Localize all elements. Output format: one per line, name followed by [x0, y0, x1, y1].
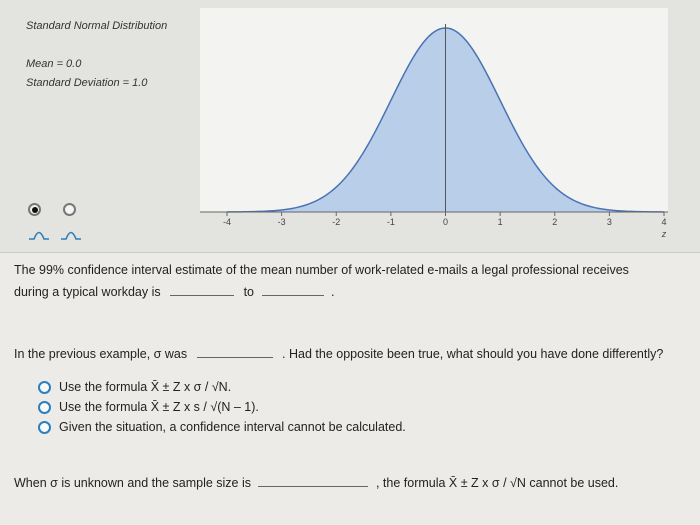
q1-period: .: [330, 285, 335, 299]
q3-suffix: , the formula X̄ ± Z x σ / √N cannot be …: [375, 476, 619, 490]
q2-option-2-radio[interactable]: [38, 400, 51, 414]
q2-option-1-label: Use the formula X̄ ± Z x σ / √N.: [59, 380, 232, 394]
q2-option-3[interactable]: Given the situation, a confidence interv…: [38, 420, 406, 434]
chart-mode-radios: [28, 203, 76, 216]
x-tick-label: 1: [498, 217, 503, 227]
q2-prefix: In the previous example, σ was: [14, 347, 188, 361]
q2-sigma-dropdown[interactable]: [196, 345, 273, 358]
curve-shape-icon[interactable]: [28, 226, 50, 240]
q2-option-2[interactable]: Use the formula X̄ ± Z x s / √(N – 1).: [38, 400, 259, 414]
x-tick-label: 3: [607, 217, 612, 227]
question-2: In the previous example, σ was . Had the…: [14, 345, 694, 361]
q2-option-1-radio[interactable]: [38, 380, 51, 394]
q1-line2: during a typical workday is to .: [14, 283, 694, 299]
chart-mode-radio-2[interactable]: [63, 203, 76, 216]
x-tick-label: 2: [552, 217, 557, 227]
x-tick-label: 0: [443, 217, 448, 227]
q2-suffix: . Had the opposite been true, what shoul…: [282, 347, 664, 361]
x-tick-label: -1: [387, 217, 395, 227]
selected-dot-icon: [31, 206, 38, 213]
q2-option-1[interactable]: Use the formula X̄ ± Z x σ / √N.: [38, 380, 231, 394]
x-axis-label: z: [661, 229, 667, 239]
q1-line1: The 99% confidence interval estimate of …: [14, 263, 629, 277]
curve-shape-icon-2[interactable]: [60, 226, 82, 240]
q3-prefix: When σ is unknown and the sample size is: [14, 476, 251, 490]
q1-to-label: to: [243, 285, 255, 299]
q2-option-3-label: Given the situation, a confidence interv…: [59, 420, 406, 434]
distribution-panel: Standard Normal Distribution Mean = 0.0 …: [0, 0, 700, 253]
tail-shape-icons: [28, 226, 82, 240]
chart-mode-radio-1[interactable]: [28, 203, 41, 216]
normal-curve-chart: -4 -3 -2 -1 0 1 2 3 4 z: [200, 8, 668, 239]
x-tick-label: -4: [223, 217, 231, 227]
q2-option-3-radio[interactable]: [38, 420, 51, 434]
x-tick-label: 4: [661, 217, 666, 227]
q3-sample-size-dropdown[interactable]: [258, 474, 369, 487]
q1-lower-bound-input[interactable]: [170, 283, 235, 296]
q1-line2-prefix: during a typical workday is: [14, 285, 161, 299]
q1-upper-bound-input[interactable]: [261, 283, 324, 296]
x-tick-label: -2: [332, 217, 340, 227]
x-tick-label: -3: [278, 217, 286, 227]
q2-option-2-label: Use the formula X̄ ± Z x s / √(N – 1).: [59, 400, 259, 414]
question-1: The 99% confidence interval estimate of …: [14, 263, 694, 299]
question-3: When σ is unknown and the sample size is…: [14, 474, 694, 490]
